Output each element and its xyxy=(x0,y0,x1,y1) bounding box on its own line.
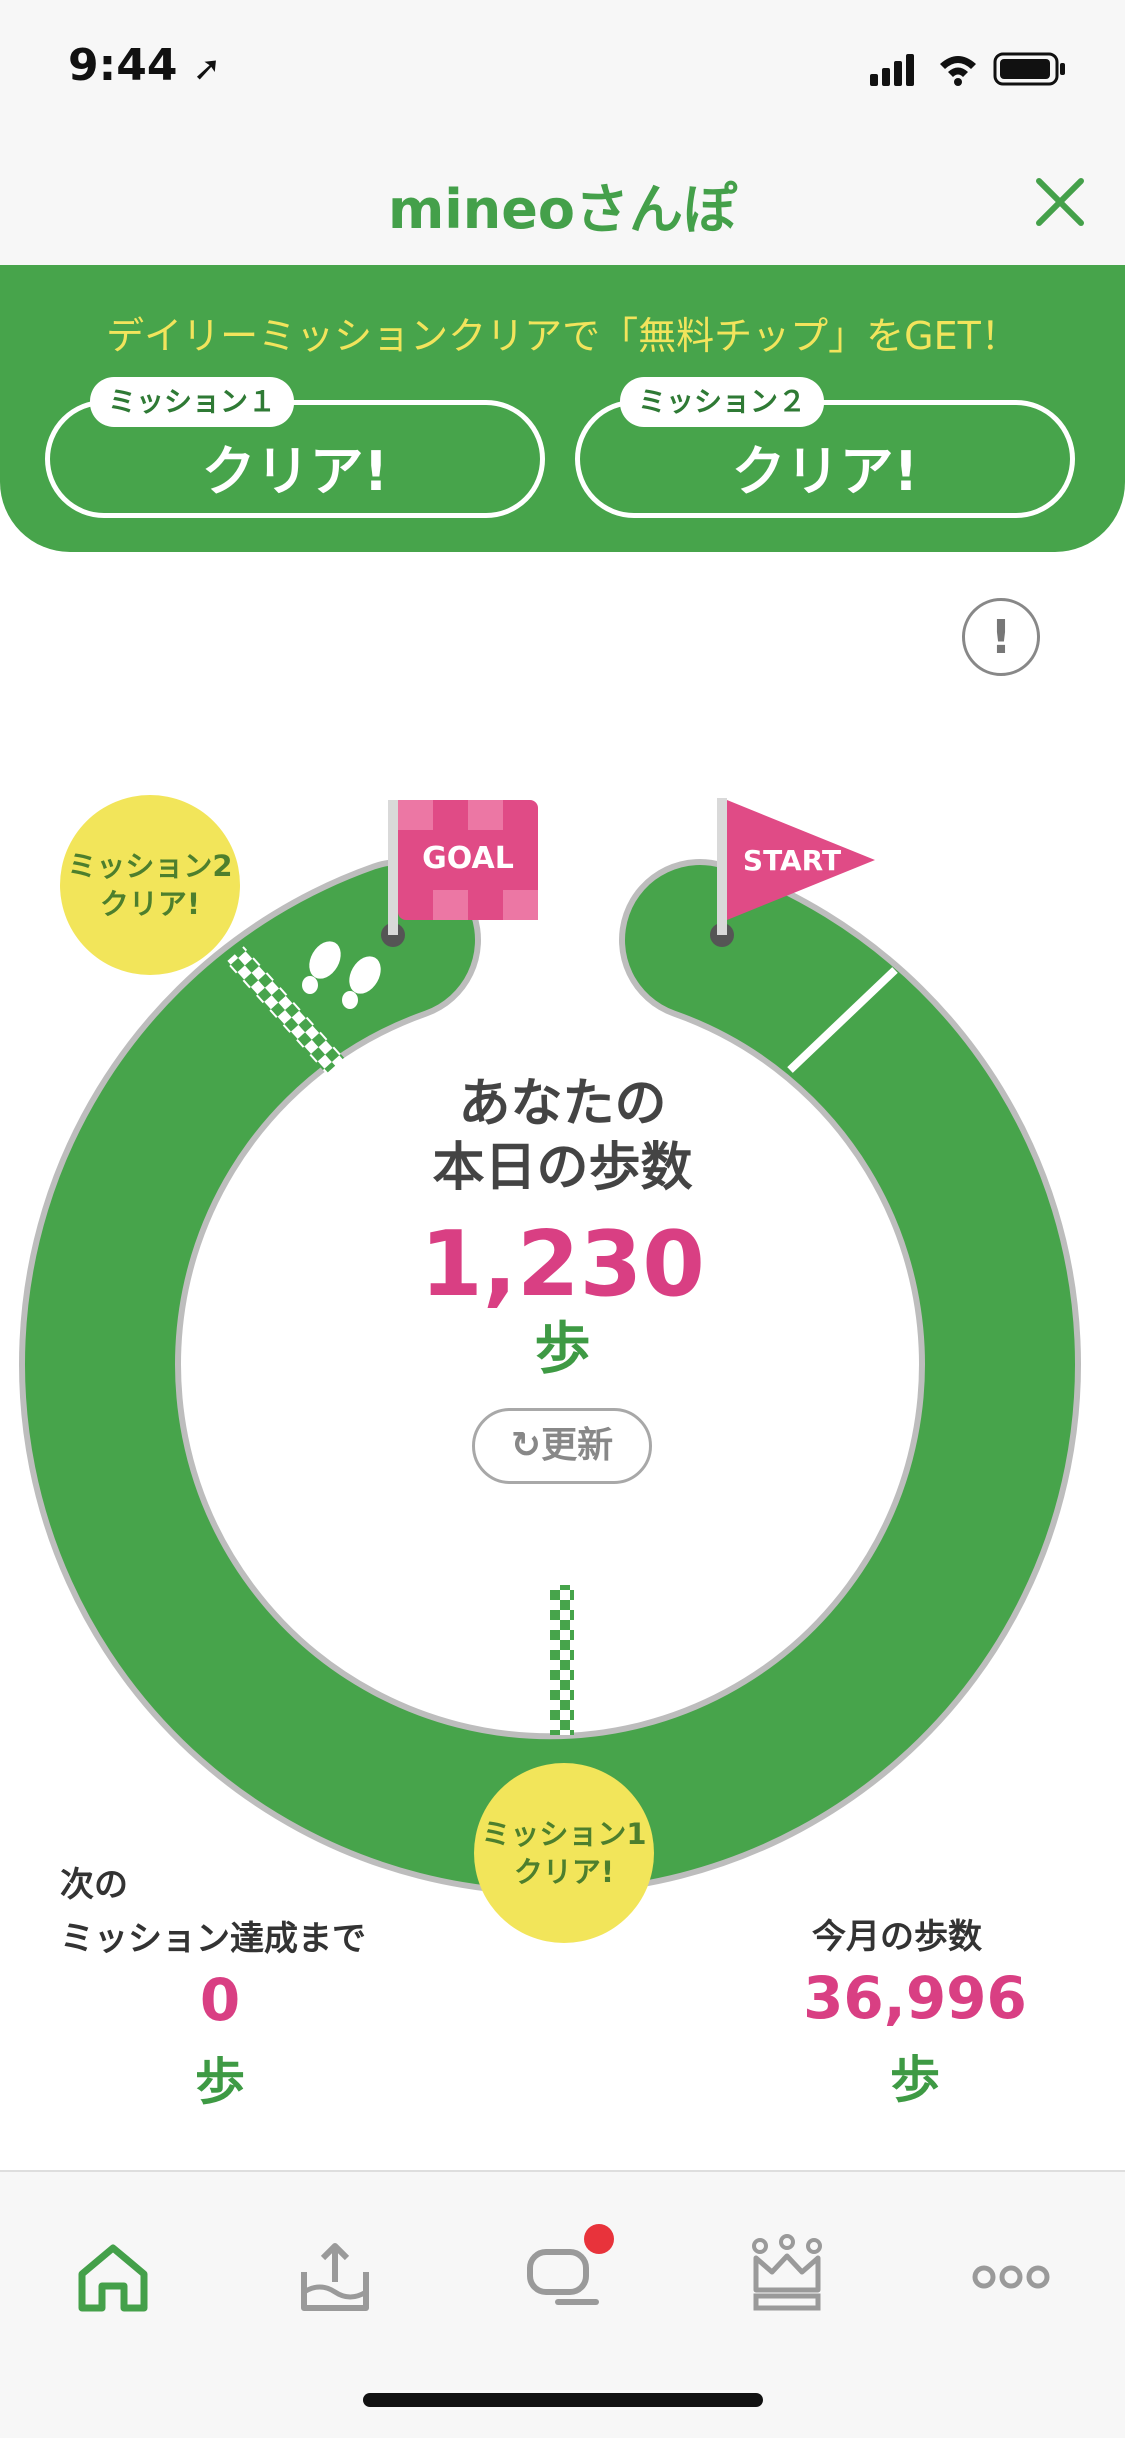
location-arrow-icon: ➚ xyxy=(192,49,222,89)
page-title: mineoさんぽ xyxy=(388,178,737,241)
tab-home[interactable] xyxy=(68,2232,158,2322)
info-button[interactable]: ! xyxy=(962,598,1040,676)
home-icon xyxy=(78,2244,148,2312)
status-time: 9:44 ➚ xyxy=(68,40,222,91)
start-flag-text: START xyxy=(743,844,841,877)
mission2-bubble-line2: クリア! xyxy=(99,887,201,921)
next-mission-unit: 歩 xyxy=(195,2053,245,2111)
mission1-clear-bubble: ミッション1 クリア! xyxy=(474,1763,654,1943)
mission1-bubble-line2: クリア! xyxy=(513,1855,615,1889)
mission1-checkered-line xyxy=(550,1585,574,1735)
mission-banner-text: デイリーミッションクリアで「無料チップ」をGET！ xyxy=(106,314,1019,358)
tab-upload[interactable] xyxy=(290,2232,380,2322)
mission-1-tag: ミッション１ xyxy=(90,377,295,427)
mission-2-tag: ミッション２ xyxy=(620,377,825,427)
mission-2-status: クリア! xyxy=(731,440,919,503)
daily-mission-banner: デイリーミッションクリアで「無料チップ」をGET！ ミッション１ クリア! ミッ… xyxy=(0,265,1125,552)
mission1-bubble-line1: ミッション1 xyxy=(481,1817,647,1851)
ranking-icon xyxy=(752,2234,822,2311)
tab-ranking[interactable] xyxy=(742,2232,832,2322)
tab-chat[interactable] xyxy=(518,2224,614,2322)
goal-flag-text: GOAL xyxy=(422,841,514,876)
refresh-icon: ↻ xyxy=(510,1425,542,1466)
home-indicator xyxy=(363,2393,763,2407)
close-button[interactable] xyxy=(1025,167,1095,237)
next-mission-steps: 0 xyxy=(199,1966,241,2034)
exclamation-icon: ! xyxy=(990,610,1012,664)
next-mission-section: 次の ミッション達成まで 0 歩 xyxy=(60,1858,420,2114)
refresh-button[interactable]: ↻更新 xyxy=(472,1408,652,1484)
month-label: 今月の歩数 xyxy=(812,1917,982,1957)
today-steps: 1,230 xyxy=(420,1212,705,1317)
mission-1-card[interactable]: ミッション１ クリア! xyxy=(45,377,545,518)
tab-more[interactable] xyxy=(966,2232,1056,2322)
today-label-line1: あなたの xyxy=(458,1074,667,1134)
mission-2-card[interactable]: ミッション２ クリア! xyxy=(575,377,1075,518)
month-steps: 36,996 xyxy=(803,1964,1027,2032)
month-unit: 歩 xyxy=(890,2051,940,2109)
next-mission-label-line1: 次の xyxy=(60,1865,128,1905)
close-icon xyxy=(1036,178,1084,226)
signal-wifi-battery-icon xyxy=(870,52,1065,86)
mission2-bubble-line1: ミッション2 xyxy=(67,849,233,883)
next-mission-label-line2: ミッション達成まで xyxy=(60,1919,366,1959)
status-icons xyxy=(870,48,1070,92)
status-bar: 9:44 ➚ xyxy=(0,0,1125,135)
month-steps-section: 今月の歩数 36,996 歩 xyxy=(790,1910,1040,2112)
refresh-label: 更新 xyxy=(541,1425,614,1466)
notification-badge xyxy=(584,2224,614,2254)
today-label-line2: 本日の歩数 xyxy=(432,1138,693,1198)
upload-icon xyxy=(301,2243,369,2311)
mission-1-status: クリア! xyxy=(201,440,389,503)
more-icon xyxy=(972,2265,1050,2289)
navigation-bar: mineoさんぽ xyxy=(0,135,1125,267)
mission2-clear-bubble: ミッション2 クリア! xyxy=(60,795,240,975)
today-steps-unit: 歩 xyxy=(534,1317,591,1382)
